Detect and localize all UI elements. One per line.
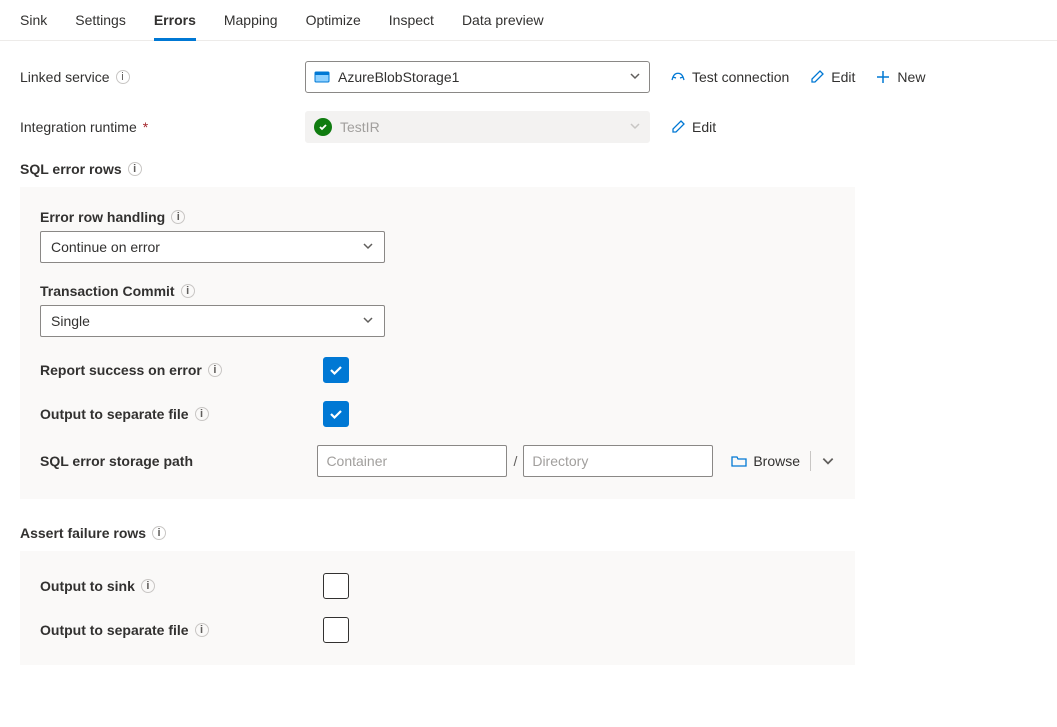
error-row-handling-select[interactable]: Continue on error — [40, 231, 385, 263]
separator — [810, 451, 811, 471]
info-icon[interactable]: i — [181, 284, 195, 298]
check-circle-icon — [314, 118, 332, 136]
output-to-sink-checkbox[interactable] — [323, 573, 349, 599]
tab-mapping[interactable]: Mapping — [224, 8, 278, 41]
tab-inspect[interactable]: Inspect — [389, 8, 434, 41]
sql-error-rows-panel: Error row handling i Continue on error T… — [20, 187, 855, 499]
integration-runtime-select: TestIR — [305, 111, 650, 143]
chevron-down-icon — [362, 313, 374, 329]
required-marker: * — [143, 119, 148, 135]
test-connection-button[interactable]: Test connection — [670, 69, 789, 85]
linked-service-label: Linked service — [20, 69, 110, 85]
container-input[interactable] — [317, 445, 507, 477]
error-row-handling-label: Error row handling — [40, 209, 165, 225]
chevron-down-icon — [629, 69, 641, 85]
output-separate-sql-checkbox[interactable] — [323, 401, 349, 427]
edit-runtime-button[interactable]: Edit — [670, 119, 716, 135]
transaction-commit-select[interactable]: Single — [40, 305, 385, 337]
tab-errors[interactable]: Errors — [154, 8, 196, 41]
integration-runtime-label: Integration runtime — [20, 119, 137, 135]
output-separate-sql-label: Output to separate file — [40, 406, 189, 422]
info-icon[interactable]: i — [152, 526, 166, 540]
report-success-label: Report success on error — [40, 362, 202, 378]
output-to-sink-label: Output to sink — [40, 578, 135, 594]
tab-data-preview[interactable]: Data preview — [462, 8, 544, 41]
output-separate-assert-label: Output to separate file — [40, 622, 189, 638]
transaction-commit-label: Transaction Commit — [40, 283, 175, 299]
new-button[interactable]: New — [875, 69, 925, 85]
info-icon[interactable]: i — [128, 162, 142, 176]
info-icon[interactable]: i — [195, 407, 209, 421]
linked-service-select[interactable]: AzureBlobStorage1 — [305, 61, 650, 93]
storage-icon — [314, 69, 330, 85]
info-icon[interactable]: i — [195, 623, 209, 637]
chevron-down-icon — [629, 119, 641, 135]
tab-optimize[interactable]: Optimize — [306, 8, 361, 41]
report-success-checkbox[interactable] — [323, 357, 349, 383]
path-separator: / — [513, 453, 517, 469]
browse-button[interactable]: Browse — [731, 453, 800, 469]
tab-sink[interactable]: Sink — [20, 8, 47, 41]
integration-runtime-value: TestIR — [340, 119, 380, 135]
output-separate-assert-checkbox[interactable] — [323, 617, 349, 643]
tab-settings[interactable]: Settings — [75, 8, 126, 41]
sql-error-rows-heading: SQL error rows i — [20, 161, 1037, 177]
info-icon[interactable]: i — [208, 363, 222, 377]
chevron-down-icon — [362, 239, 374, 255]
assert-failure-panel: Output to sink i Output to separate file… — [20, 551, 855, 665]
directory-input[interactable] — [523, 445, 713, 477]
browse-dropdown-button[interactable] — [821, 454, 835, 468]
info-icon[interactable]: i — [116, 70, 130, 84]
info-icon[interactable]: i — [141, 579, 155, 593]
storage-path-label: SQL error storage path — [40, 453, 193, 469]
tab-bar: Sink Settings Errors Mapping Optimize In… — [0, 0, 1057, 41]
assert-failure-heading: Assert failure rows i — [20, 525, 1037, 541]
linked-service-value: AzureBlobStorage1 — [338, 69, 459, 85]
info-icon[interactable]: i — [171, 210, 185, 224]
edit-button[interactable]: Edit — [809, 69, 855, 85]
